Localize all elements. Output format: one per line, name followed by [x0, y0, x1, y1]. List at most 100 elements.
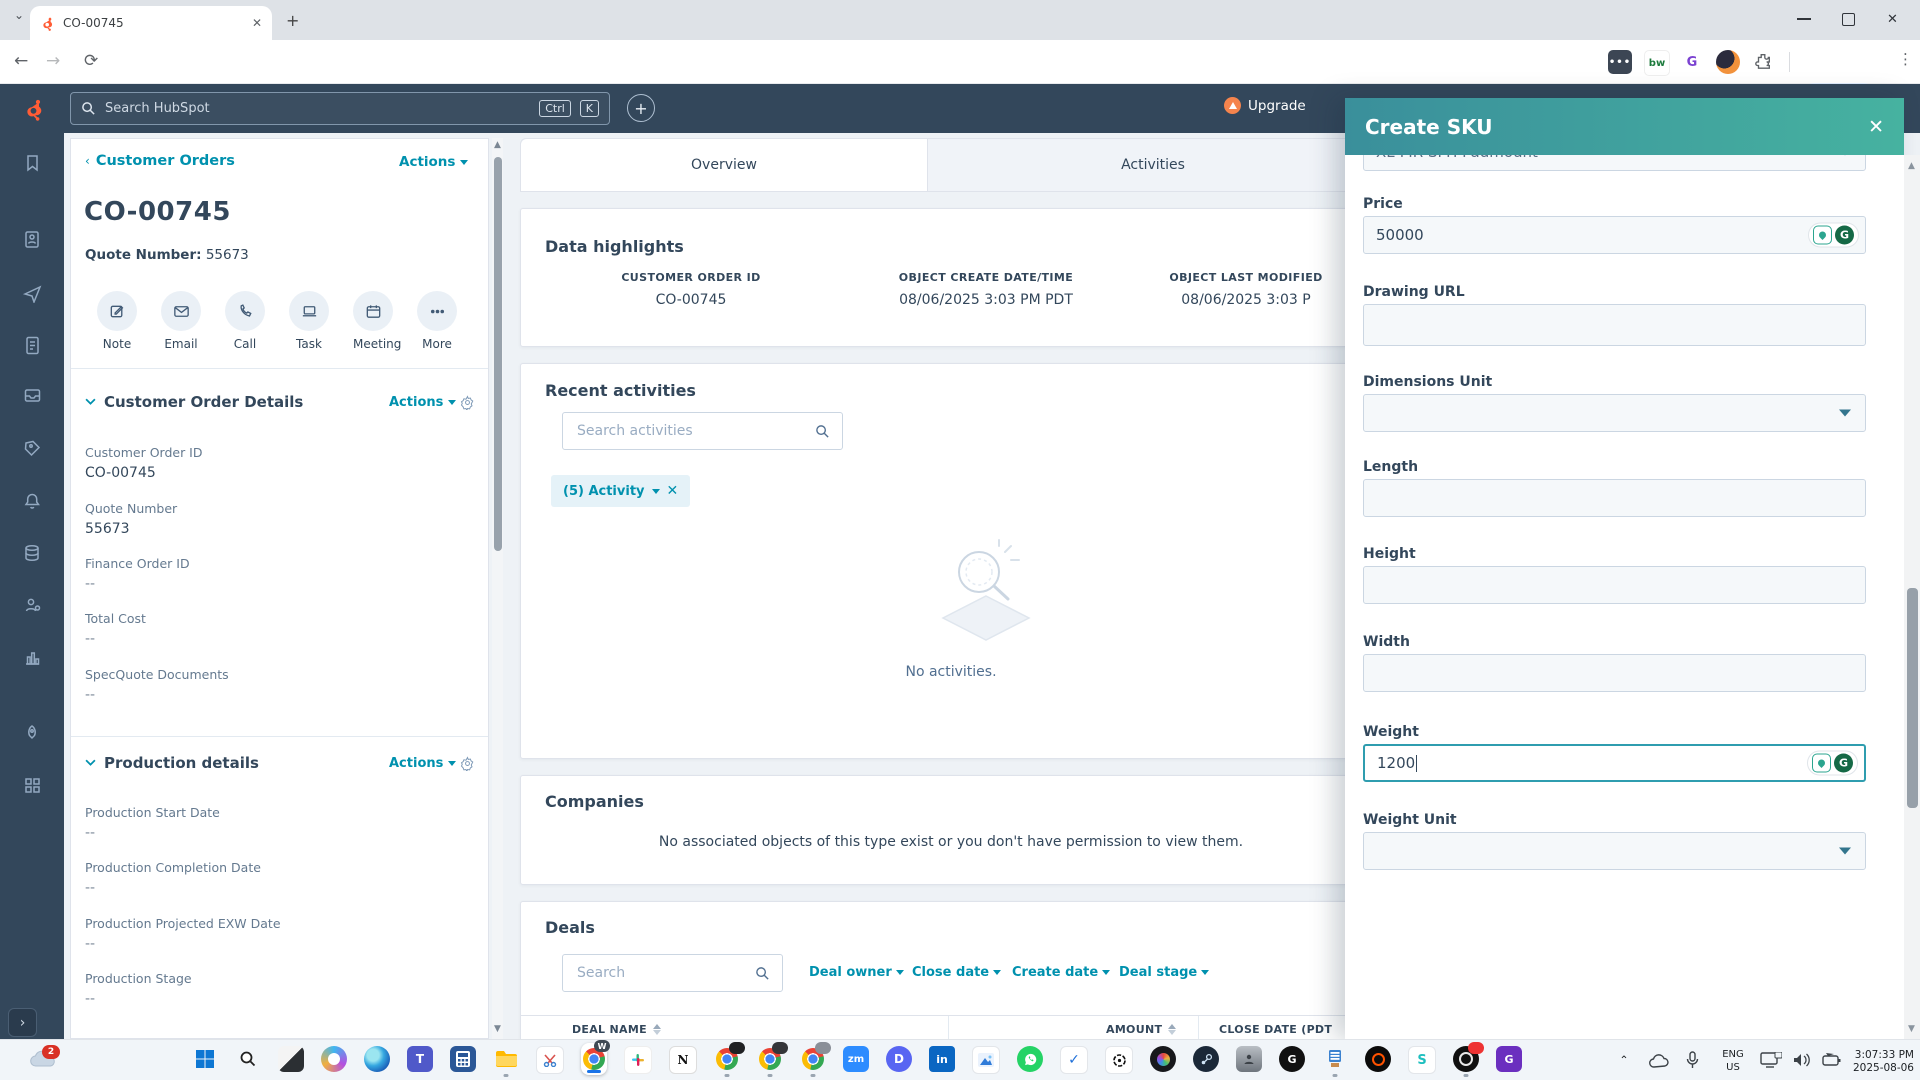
- steam-icon[interactable]: [1193, 1046, 1219, 1072]
- bell-icon[interactable]: [22, 491, 42, 511]
- battery-pen-tray-icon[interactable]: [1822, 1052, 1842, 1068]
- field-value[interactable]: 55673: [85, 521, 177, 537]
- chatgpt-icon[interactable]: [1105, 1046, 1133, 1074]
- calculator-icon[interactable]: [450, 1046, 476, 1072]
- note-button[interactable]: Note: [97, 291, 137, 351]
- task-button[interactable]: Task: [289, 291, 329, 351]
- tab-close-icon[interactable]: ✕: [252, 16, 262, 30]
- field-value[interactable]: --: [85, 631, 146, 647]
- copilot-button[interactable]: [321, 1046, 347, 1072]
- section-production-details-toggle[interactable]: Production details: [85, 754, 259, 772]
- logitech-g-icon[interactable]: G: [1279, 1046, 1305, 1072]
- forward-icon[interactable]: →: [46, 51, 60, 71]
- avatar-app-icon[interactable]: [1236, 1046, 1262, 1072]
- slack-icon[interactable]: [624, 1046, 652, 1074]
- steelseries-icon[interactable]: [1365, 1046, 1391, 1072]
- scrollbar-up-arrow[interactable]: ▲: [494, 140, 501, 150]
- contacts-icon[interactable]: [22, 229, 42, 249]
- rocket-icon[interactable]: [22, 723, 42, 743]
- width-input[interactable]: [1363, 654, 1866, 692]
- hubspot-logo-icon[interactable]: [22, 97, 46, 121]
- new-tab-button[interactable]: +: [286, 11, 299, 30]
- field-value[interactable]: --: [85, 880, 261, 896]
- field-value[interactable]: --: [85, 687, 229, 703]
- height-input[interactable]: [1363, 566, 1866, 604]
- blue-check-app-icon[interactable]: ✓: [1060, 1046, 1088, 1074]
- sort-icon[interactable]: [1168, 1024, 1176, 1035]
- tab-activities[interactable]: Activities: [927, 139, 1379, 191]
- dimensions-unit-select[interactable]: [1363, 394, 1866, 432]
- search-activities-field[interactable]: [562, 412, 843, 450]
- extension-bitwarden-icon[interactable]: bw: [1644, 50, 1670, 76]
- microphone-tray-icon[interactable]: [1686, 1051, 1699, 1070]
- grid-icon[interactable]: [22, 775, 42, 795]
- gear-icon[interactable]: [460, 395, 475, 410]
- edge-icon[interactable]: [364, 1046, 390, 1072]
- start-button[interactable]: [192, 1046, 218, 1072]
- deals-search-input[interactable]: [575, 964, 755, 982]
- weight-input[interactable]: 1200 G: [1363, 744, 1866, 782]
- field-value[interactable]: --: [85, 936, 281, 952]
- section2-actions-dropdown[interactable]: Actions: [389, 756, 456, 771]
- more-button[interactable]: More: [417, 291, 457, 351]
- extension-grammarly-icon[interactable]: G: [1680, 50, 1704, 74]
- chrome-profile3-icon[interactable]: [757, 1046, 783, 1072]
- field-value[interactable]: --: [85, 991, 192, 1007]
- back-icon[interactable]: ←: [14, 51, 28, 71]
- window-maximize-button[interactable]: [1842, 13, 1855, 26]
- window-minimize-button[interactable]: [1797, 18, 1811, 20]
- hubspot-ai-icon[interactable]: [1812, 754, 1831, 773]
- tag-icon[interactable]: [22, 438, 42, 458]
- field-value[interactable]: CO-00745: [85, 465, 203, 481]
- filter-create-date[interactable]: Create date: [1012, 965, 1110, 980]
- tab-search-chevron-icon[interactable]: ⌄: [14, 8, 24, 22]
- section-customer-order-details-toggle[interactable]: Customer Order Details: [85, 393, 303, 411]
- length-input[interactable]: [1363, 479, 1866, 517]
- chrome-profile4-icon[interactable]: [800, 1046, 826, 1072]
- browser-menu-icon[interactable]: ⋮: [1898, 50, 1913, 68]
- field-value[interactable]: --: [85, 825, 220, 841]
- whatsapp-icon[interactable]: [1017, 1046, 1043, 1072]
- tray-expand-chevron[interactable]: ⌃: [1619, 1054, 1628, 1067]
- photos-icon[interactable]: [972, 1046, 1000, 1074]
- drawing-url-input[interactable]: [1363, 304, 1866, 346]
- hubspot-search-bar[interactable]: Search HubSpot Ctrl K: [70, 92, 610, 125]
- widgets-weather-button[interactable]: 2: [28, 1048, 58, 1074]
- call-button[interactable]: Call: [225, 291, 265, 351]
- extension-password-manager-icon[interactable]: •••: [1608, 50, 1632, 74]
- teams-icon[interactable]: T: [407, 1046, 433, 1072]
- user-settings-icon[interactable]: [22, 595, 42, 615]
- send-icon[interactable]: [22, 283, 42, 303]
- g-assist-icon[interactable]: G: [1496, 1046, 1522, 1072]
- color-ring-app-icon[interactable]: [1150, 1046, 1176, 1072]
- tab-overview[interactable]: Overview: [521, 139, 928, 191]
- left-scrollbar-thumb[interactable]: [494, 157, 502, 551]
- linkedin-icon[interactable]: in: [929, 1046, 955, 1072]
- grammarly-icon[interactable]: G: [1834, 754, 1853, 773]
- column-close-date[interactable]: CLOSE DATE (PDT: [1219, 1023, 1332, 1036]
- zoom-icon[interactable]: zm: [843, 1046, 869, 1072]
- section1-actions-dropdown[interactable]: Actions: [389, 395, 456, 410]
- memory-tool-icon[interactable]: [1322, 1046, 1348, 1072]
- refresh-icon[interactable]: ⟳: [84, 51, 98, 71]
- notion-icon[interactable]: N: [669, 1046, 697, 1074]
- scrollbar-up-arrow[interactable]: ▲: [1908, 161, 1915, 171]
- file-explorer-icon[interactable]: [493, 1046, 519, 1072]
- scrollbar-down-arrow[interactable]: ▼: [494, 1024, 501, 1034]
- surfshark-icon[interactable]: S: [1408, 1046, 1436, 1074]
- filter-deal-stage[interactable]: Deal stage: [1119, 965, 1209, 980]
- sort-icon[interactable]: [653, 1024, 661, 1035]
- document-icon[interactable]: [22, 335, 42, 355]
- create-record-plus-button[interactable]: +: [627, 94, 655, 122]
- column-deal-name[interactable]: DEAL NAME: [572, 1023, 661, 1036]
- discord-icon[interactable]: D: [886, 1046, 912, 1072]
- inbox-icon[interactable]: [22, 385, 42, 405]
- extension-orange-icon[interactable]: [1716, 50, 1740, 74]
- network-tray-icon[interactable]: [1760, 1052, 1782, 1069]
- task-view-button[interactable]: [278, 1046, 304, 1072]
- chrome-work-active-icon[interactable]: W: [581, 1043, 607, 1075]
- deals-search-field[interactable]: [562, 954, 783, 992]
- snipping-tool-icon[interactable]: [536, 1046, 564, 1074]
- filter-close-date[interactable]: Close date: [912, 965, 1001, 980]
- scrollbar-down-arrow[interactable]: ▼: [1908, 1024, 1915, 1034]
